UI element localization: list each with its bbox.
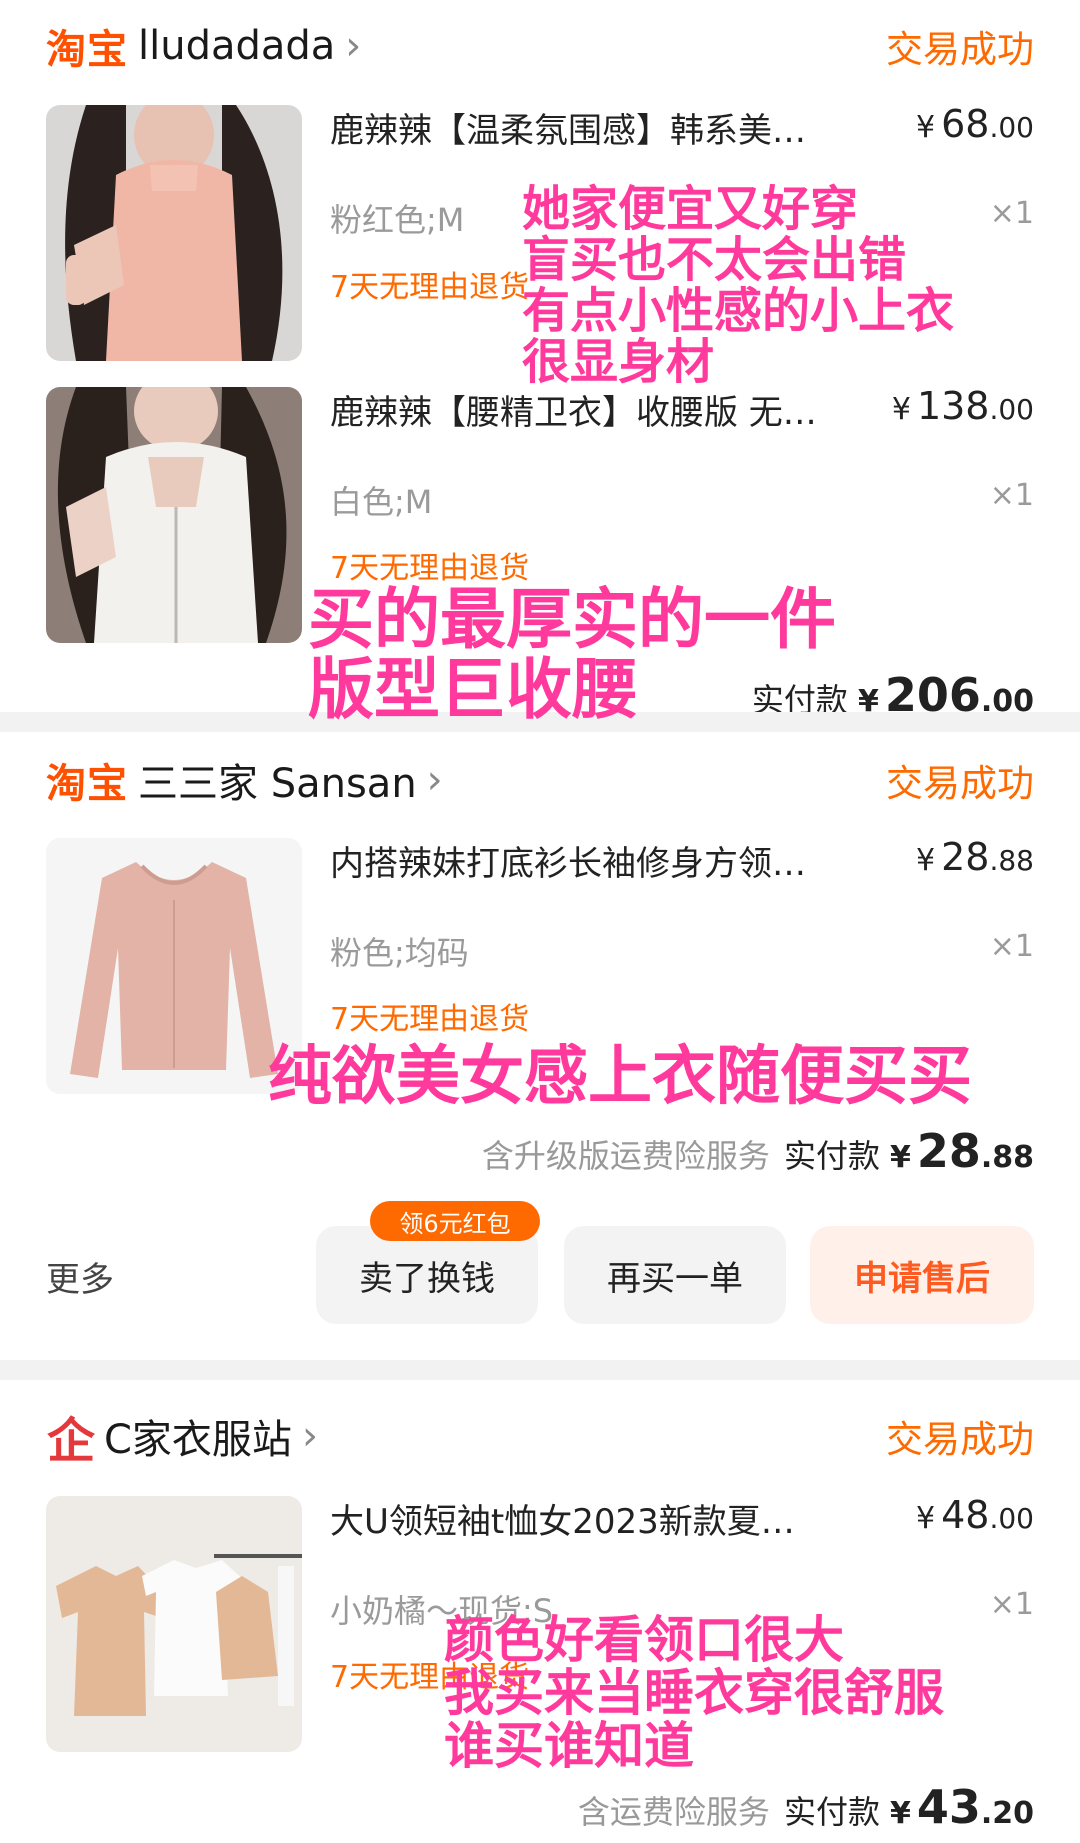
chevron-right-icon[interactable]: ›	[302, 1413, 318, 1459]
product-title[interactable]: 大U领短袖t恤女2023新款夏…	[330, 1494, 880, 1543]
more-link[interactable]: 更多	[46, 1252, 114, 1301]
product-image[interactable]	[46, 105, 302, 361]
chevron-right-icon[interactable]: ›	[427, 757, 443, 803]
sku-spec: 粉色;均码	[330, 934, 469, 972]
product-title[interactable]: 鹿辣辣【温柔氛围感】韩系美…	[330, 103, 880, 152]
review-overlay: 她家便宜又好穿 盲买也不太会出错 有点小性感的小上衣 很显身材	[522, 181, 955, 390]
product-title[interactable]: 鹿辣辣【腰精卫衣】收腰版 无…	[330, 385, 880, 434]
order-2-header: 淘宝 三三家 Sansan › 交易成功	[46, 750, 1034, 810]
return-policy-tag: 7天无理由退货	[330, 270, 530, 305]
after-sale-button[interactable]: 申请售后	[810, 1226, 1034, 1324]
quantity: ×1	[989, 1587, 1034, 1622]
taobao-logo: 淘宝	[46, 761, 128, 807]
quantity: ×1	[989, 478, 1034, 513]
paid-total: 含升级版运费险服务 实付款 ¥28.88	[481, 1124, 1034, 1178]
review-overlay: 颜色好看领口很大 我买来当睡衣穿很舒服 谁买谁知道	[444, 1611, 944, 1775]
store-name[interactable]: lludadada	[138, 23, 335, 69]
buy-again-button[interactable]: 再买一单	[564, 1226, 786, 1324]
order-1-header: 淘宝 lludadada › 交易成功	[46, 16, 1034, 76]
store-name[interactable]: C家衣服站	[104, 1407, 292, 1465]
sku-spec: 粉红色;M	[330, 201, 465, 239]
product-title[interactable]: 内搭辣妹打底衫长袖修身方领…	[330, 836, 880, 885]
product-image[interactable]	[46, 838, 302, 1094]
quantity: ×1	[989, 929, 1034, 964]
chevron-right-icon[interactable]: ›	[345, 23, 361, 69]
order-status: 交易成功	[886, 762, 1034, 805]
order-status: 交易成功	[886, 1418, 1034, 1461]
order-status: 交易成功	[886, 28, 1034, 71]
red-packet-badge: 领6元红包	[370, 1201, 540, 1241]
product-photo-pink-top	[46, 105, 302, 361]
insurance-service: 含升级版运费险服务	[481, 1137, 770, 1175]
product-image[interactable]	[46, 1496, 302, 1752]
quantity: ×1	[989, 196, 1034, 231]
qi-icon: 企	[46, 1413, 95, 1469]
store-name[interactable]: 三三家 Sansan	[138, 751, 417, 809]
product-photo-pink-longsleeve	[46, 838, 302, 1094]
paid-total: 含运费险服务 实付款 ¥43.20	[577, 1780, 1034, 1834]
taobao-logo: 淘宝	[46, 27, 128, 73]
insurance-service: 含运费险服务	[577, 1793, 770, 1831]
item-price: ¥28.88	[916, 835, 1034, 879]
section-divider	[0, 1360, 1080, 1380]
sku-spec: 白色;M	[330, 483, 433, 521]
product-image[interactable]	[46, 387, 302, 643]
review-overlay: 纯欲美女感上衣随便买买	[268, 1040, 972, 1114]
review-overlay: 买的最厚实的一件 版型巨收腰	[308, 581, 836, 728]
item-price: ¥48.00	[916, 1493, 1034, 1537]
return-policy-tag: 7天无理由退货	[330, 1002, 530, 1037]
item-price: ¥138.00	[891, 384, 1034, 428]
order-3-header: 企 C家衣服站 › 交易成功	[46, 1406, 1034, 1469]
item-price: ¥68.00	[916, 102, 1034, 146]
product-photo-tshirts-rack	[46, 1496, 302, 1752]
product-photo-white-hoodie	[46, 387, 302, 643]
